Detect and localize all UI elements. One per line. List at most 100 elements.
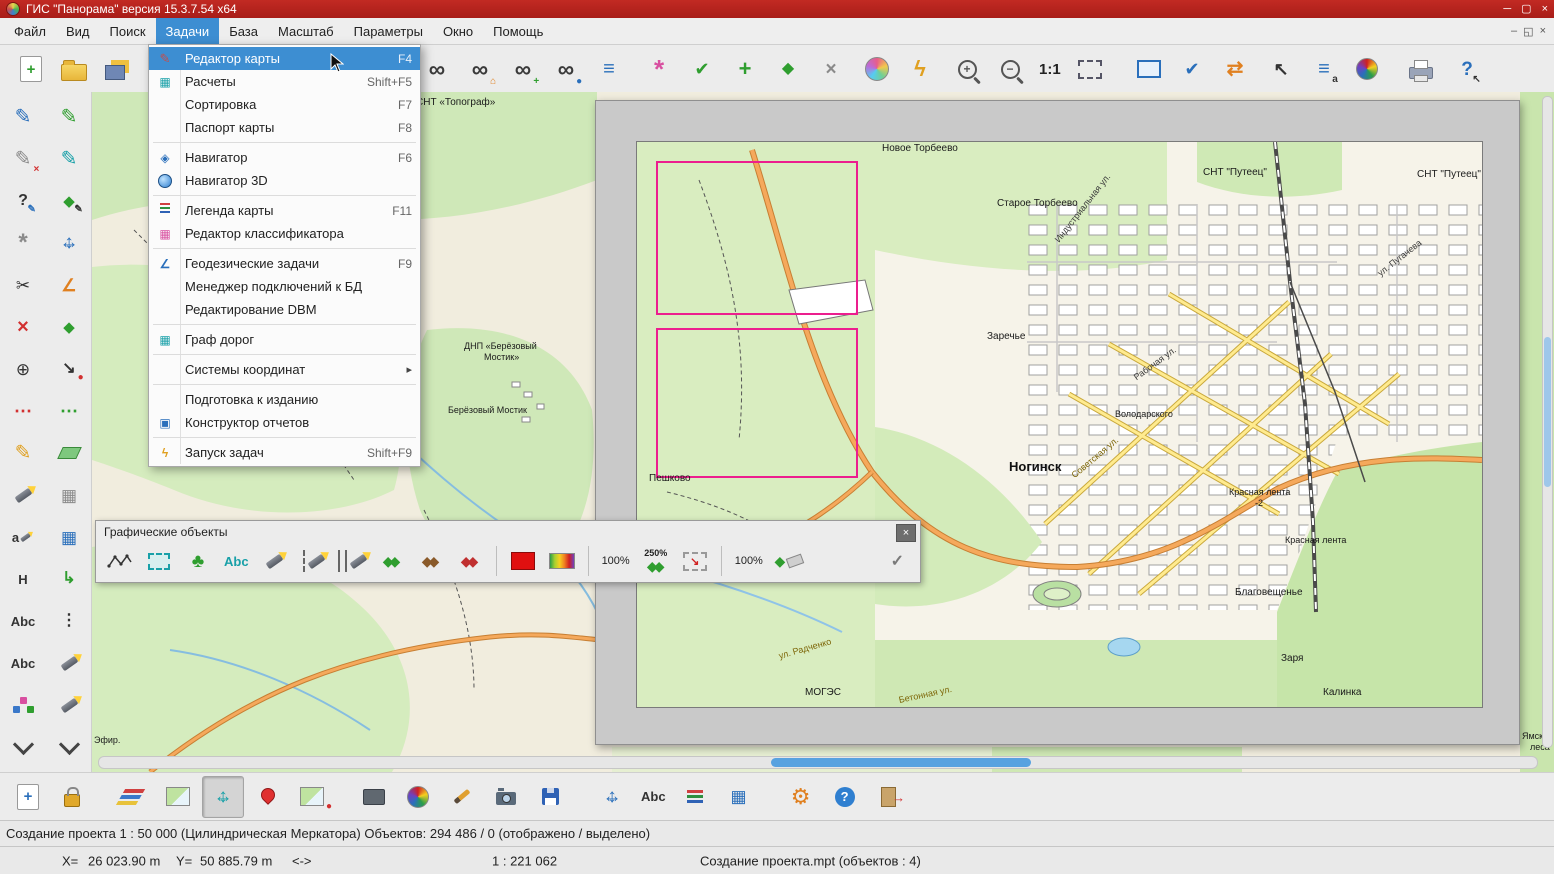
maximize-button[interactable]: ▢ (1521, 4, 1531, 15)
exit-button[interactable]: → (869, 777, 909, 817)
edit-node-button[interactable]: ↘● (52, 352, 86, 386)
settings-button[interactable]: ⚙ (781, 777, 821, 817)
tasks-menu-item[interactable]: Редактирование DBM (149, 298, 420, 321)
screen-button[interactable] (354, 777, 394, 817)
brush-button[interactable] (442, 777, 482, 817)
minimize-button[interactable]: ─ (1503, 4, 1511, 15)
help-cursor-button[interactable]: ?↖ (1448, 50, 1486, 88)
zoom-before-label[interactable]: 100% (597, 543, 635, 579)
swap-button[interactable]: ⇄ (1216, 50, 1254, 88)
attr-list-button[interactable]: ≡a (1305, 50, 1343, 88)
accept-button[interactable]: ✔ (683, 50, 721, 88)
tasks-menu-item[interactable]: ◈НавигаторF6 (149, 146, 420, 169)
tasks-menu-item[interactable]: Системы координат▸ (149, 358, 420, 381)
draw-pencil-button[interactable]: ✎ (6, 100, 40, 134)
measure-button[interactable]: ∠ (52, 268, 86, 302)
open-map-button[interactable] (55, 50, 93, 88)
tasks-menu-item[interactable]: ✎Редактор картыF4 (149, 47, 420, 70)
frame-arrow-button[interactable]: ↘ (677, 543, 713, 579)
highlight-pencil-button[interactable]: ✎ (6, 436, 40, 470)
horizontal-scrollbar-thumb[interactable] (771, 758, 1031, 767)
search-sel-button[interactable]: ∞● (547, 50, 585, 88)
nodes-green-button[interactable]: ⋯ (52, 394, 86, 428)
menubar-item-1[interactable]: Вид (56, 18, 100, 44)
child-minimize-button[interactable]: – (1511, 25, 1517, 37)
collapse-chevron2-button[interactable] (52, 730, 86, 764)
menubar-item-0[interactable]: Файл (4, 18, 56, 44)
city-map[interactable]: Новое ТорбеевоСтарое ТорбеевоСНТ "Путеец… (636, 141, 1483, 708)
menubar-item-6[interactable]: Параметры (344, 18, 433, 44)
flashlight3-button[interactable] (52, 688, 86, 722)
panel-close-button[interactable]: × (896, 524, 916, 542)
tasks-menu-item[interactable]: Паспорт картыF8 (149, 116, 420, 139)
tasks-menu-item[interactable]: ∠Геодезические задачиF9 (149, 252, 420, 275)
search-add-button[interactable]: ∞+ (504, 50, 542, 88)
scale-label[interactable]: 1:1 (1034, 50, 1066, 88)
paint-button[interactable] (398, 777, 438, 817)
table-button[interactable]: ▦ (719, 777, 759, 817)
collapse-chevron-button[interactable] (6, 730, 40, 764)
menubar-item-4[interactable]: База (219, 18, 268, 44)
move-map-button[interactable]: ↔↕ (592, 777, 632, 817)
new-sheet-button[interactable]: + (8, 777, 48, 817)
layer-diamond-button[interactable]: ◆ (769, 50, 807, 88)
spline-button[interactable]: * (6, 226, 40, 260)
polyline-button[interactable] (102, 543, 138, 579)
edit-pencil-button[interactable]: ✎ (52, 100, 86, 134)
tasks-menu-item[interactable]: ▣Конструктор отчетов (149, 411, 420, 434)
text-search-button[interactable]: a (6, 520, 40, 554)
calc-grid-button[interactable]: ▦ (52, 478, 86, 512)
pan-button[interactable]: ↔↕ (202, 776, 244, 818)
confirm-button[interactable]: ✔ (1173, 50, 1211, 88)
box-arrow-button[interactable]: ↳ (52, 562, 86, 596)
map-search-button[interactable]: ● (292, 777, 332, 817)
tree-plant-button[interactable]: ♣ (180, 543, 216, 579)
vertical-scrollbar[interactable] (1542, 96, 1553, 748)
snap-node-button[interactable]: ⊕ (6, 352, 40, 386)
tasks-menu-item[interactable]: Навигатор 3D (149, 169, 420, 192)
mark-pencil-button[interactable]: ✎ (52, 142, 86, 176)
vertical-scrollbar-thumb[interactable] (1544, 337, 1551, 487)
map-view-button[interactable] (158, 777, 198, 817)
palette-button[interactable] (1348, 50, 1386, 88)
abc-map-label[interactable]: Abc (636, 777, 671, 817)
color-swatch-button[interactable] (505, 543, 541, 579)
query-object-button[interactable]: ?✎ (6, 184, 40, 218)
zoom-area-button[interactable]: 250%◆◆ (638, 543, 674, 579)
legend-colors-button[interactable] (675, 777, 715, 817)
grid-edit-button[interactable]: ▦ (52, 520, 86, 554)
move-object-button[interactable]: ↔↕ (52, 226, 86, 260)
clear-select-button[interactable]: × (812, 50, 850, 88)
cut-object-button[interactable]: ✂ (6, 268, 40, 302)
tasks-menu-item[interactable]: ϟЗапуск задачShift+F9 (149, 441, 420, 464)
menubar-item-2[interactable]: Поиск (100, 18, 156, 44)
zoom-in-button[interactable]: + (948, 50, 986, 88)
tasks-menu-item[interactable]: СортировкаF7 (149, 93, 420, 116)
horizontal-scrollbar[interactable] (98, 756, 1538, 769)
zoom-after-label[interactable]: 100% (730, 543, 768, 579)
polygon-select-button[interactable] (141, 543, 177, 579)
flashlight-dash-button[interactable] (296, 543, 332, 579)
save-image-button[interactable] (530, 777, 570, 817)
search-area-button[interactable]: ∞⌂ (461, 50, 499, 88)
add-object-button[interactable]: + (726, 50, 764, 88)
child-close-button[interactable]: × (1540, 25, 1546, 37)
menubar-item-7[interactable]: Окно (433, 18, 483, 44)
create-area-button[interactable]: ◆ (52, 310, 86, 344)
gradient-button[interactable] (544, 543, 580, 579)
flashlight-a-button[interactable] (257, 543, 293, 579)
close-button[interactable]: × (1542, 4, 1548, 15)
diamonds-green-button[interactable]: ◆◆ (374, 543, 410, 579)
frame-button[interactable] (1071, 50, 1109, 88)
search-button[interactable]: ∞ (418, 50, 456, 88)
delete-object-button[interactable]: × (6, 310, 40, 344)
pointer-info-button[interactable]: ↖ (1262, 50, 1300, 88)
menubar-item-5[interactable]: Масштаб (268, 18, 344, 44)
tree-tool-button[interactable] (6, 688, 40, 722)
bolt-button[interactable]: ϟ (901, 50, 939, 88)
camera-button[interactable] (486, 777, 526, 817)
objects-list-button[interactable]: ≡ (590, 50, 628, 88)
diamonds-brown-button[interactable]: ◆◆ (413, 543, 449, 579)
erase-pencil-button[interactable]: ✎× (6, 142, 40, 176)
apply-button[interactable]: ✓ (891, 551, 904, 571)
